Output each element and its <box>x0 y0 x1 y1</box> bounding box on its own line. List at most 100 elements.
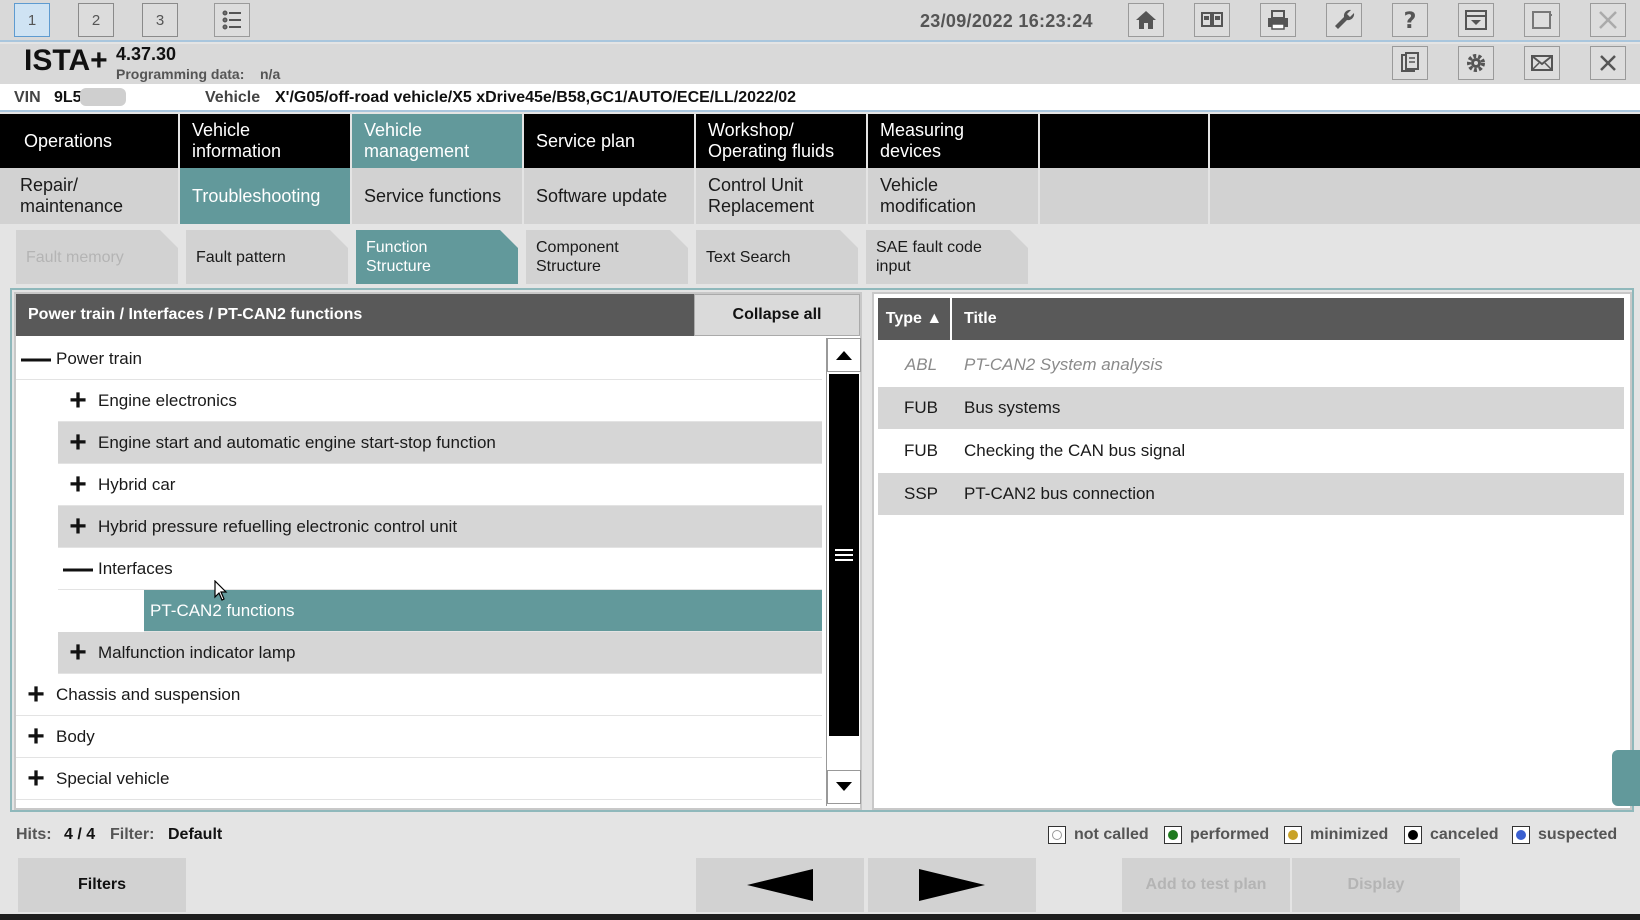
taskbar-strip <box>0 914 1640 920</box>
result-row[interactable]: SSP PT-CAN2 bus connection <box>878 473 1624 515</box>
legend-swatch <box>1404 826 1422 844</box>
legend-label: performed <box>1190 826 1270 843</box>
result-row[interactable]: FUB Bus systems <box>878 387 1624 429</box>
forward-button[interactable] <box>868 858 1036 912</box>
tab-label: Software update <box>536 185 668 206</box>
tree-row-interfaces[interactable]: — Interfaces <box>58 548 822 590</box>
tab-sae-fault-code-input[interactable]: SAE fault code input <box>866 230 1028 284</box>
tree-row-engine-electronics[interactable]: + Engine electronics <box>58 380 822 422</box>
tab-label: Service functions <box>364 185 502 206</box>
back-button[interactable] <box>696 858 864 912</box>
tab-troubleshooting[interactable]: Troubleshooting <box>180 168 352 224</box>
book-icon[interactable] <box>1194 3 1230 37</box>
session-tab-label: 1 <box>27 11 37 29</box>
app-name: ISTA+ <box>24 44 108 77</box>
expand-icon[interactable]: + <box>58 422 98 464</box>
column-header-title[interactable]: Title <box>964 298 997 340</box>
tab-label: Operations <box>24 130 113 151</box>
tab-text-search[interactable]: Text Search <box>696 230 858 284</box>
legend-label: canceled <box>1430 826 1499 843</box>
tab-measuring-devices[interactable]: Measuring devices <box>868 114 1040 168</box>
expand-icon[interactable]: + <box>16 674 56 716</box>
maximize-icon[interactable] <box>1524 3 1560 37</box>
tab-repair-maintenance[interactable]: Repair/ maintenance <box>0 168 180 224</box>
scroll-thumb[interactable] <box>829 374 859 736</box>
filters-button[interactable]: Filters <box>18 858 186 912</box>
expand-icon[interactable]: + <box>58 632 98 674</box>
legend-label: minimized <box>1310 826 1389 843</box>
tree-row-hybrid-car[interactable]: + Hybrid car <box>58 464 822 506</box>
legend-label: not called <box>1074 826 1149 843</box>
tab-control-unit-replacement[interactable]: Control Unit Replacement <box>696 168 868 224</box>
collapse-icon[interactable]: — <box>58 548 98 590</box>
collapse-all-button[interactable]: Collapse all <box>694 294 860 336</box>
session-tab-2[interactable]: 2 <box>78 3 114 37</box>
minimize-icon[interactable] <box>1458 3 1494 37</box>
scroll-down-icon[interactable] <box>827 770 861 804</box>
arrow-left-icon <box>747 869 813 901</box>
mail-icon[interactable] <box>1524 46 1560 80</box>
hits-label: Hits: <box>16 826 52 843</box>
svg-text:?: ? <box>1404 9 1417 33</box>
gear-icon[interactable] <box>1458 46 1494 80</box>
tab-operations[interactable]: Operations <box>0 114 180 168</box>
tree-row-malfunction-lamp[interactable]: + Malfunction indicator lamp <box>58 632 822 674</box>
tab-label: Control Unit Replacement <box>708 175 815 216</box>
sub-navigation: Repair/ maintenance Troubleshooting Serv… <box>0 168 1640 224</box>
session-tab-1[interactable]: 1 <box>14 3 50 37</box>
breadcrumb: Power train / Interfaces / PT-CAN2 funct… <box>28 306 363 323</box>
tree-row-chassis[interactable]: + Chassis and suspension <box>16 674 822 716</box>
print-icon[interactable] <box>1260 3 1296 37</box>
hits-value: 4 / 4 <box>64 826 96 843</box>
scroll-up-icon[interactable] <box>827 338 861 372</box>
session-tab-3[interactable]: 3 <box>142 3 178 37</box>
help-icon[interactable]: ? <box>1392 3 1428 37</box>
tab-label: SAE fault code input <box>876 239 982 275</box>
tree-row-power-train[interactable]: — Power train <box>16 338 822 380</box>
result-row[interactable]: FUB Checking the CAN bus signal <box>878 430 1624 472</box>
list-icon[interactable] <box>214 3 250 37</box>
tab-service-plan[interactable]: Service plan <box>524 114 696 168</box>
collapse-icon[interactable]: — <box>16 338 56 380</box>
tab-label: Fault pattern <box>196 248 286 266</box>
tab-vehicle-information[interactable]: Vehicle information <box>180 114 352 168</box>
tree-list: — Power train + Engine electronics + Eng… <box>16 338 822 806</box>
tree-row-body[interactable]: + Body <box>16 716 822 758</box>
session-tab-label: 3 <box>155 11 165 29</box>
result-row[interactable]: ABL PT-CAN2 System analysis <box>878 344 1624 386</box>
tab-label: Troubleshooting <box>192 185 321 206</box>
tab-workshop-operating-fluids[interactable]: Workshop/ Operating fluids <box>696 114 868 168</box>
tab-component-structure[interactable]: Component Structure <box>526 230 688 284</box>
tab-filler <box>1210 168 1640 224</box>
results-header: Type ▲ Title <box>878 298 1624 340</box>
tree-row-label: Hybrid pressure refuelling electronic co… <box>98 516 458 536</box>
clipboard-icon[interactable] <box>1392 46 1428 80</box>
close-icon[interactable] <box>1590 46 1626 80</box>
tree-row-pt-can2-functions[interactable]: PT-CAN2 functions <box>144 590 822 632</box>
side-handle[interactable] <box>1612 750 1640 806</box>
tree-row-hybrid-pressure[interactable]: + Hybrid pressure refuelling electronic … <box>58 506 822 548</box>
column-header-type[interactable]: Type ▲ <box>878 298 952 340</box>
tab-vehicle-management[interactable]: Vehicle management <box>352 114 524 168</box>
add-to-test-plan-button[interactable]: Add to test plan <box>1122 858 1290 912</box>
expand-icon[interactable]: + <box>58 506 98 548</box>
expand-icon[interactable]: + <box>16 758 56 800</box>
display-button[interactable]: Display <box>1292 858 1460 912</box>
tab-vehicle-modification[interactable]: Vehicle modification <box>868 168 1040 224</box>
legend-suspected: suspected <box>1512 826 1617 844</box>
tree-row-engine-start[interactable]: + Engine start and automatic engine star… <box>58 422 822 464</box>
expand-icon[interactable]: + <box>16 716 56 758</box>
tab-function-structure[interactable]: Function Structure <box>356 230 518 284</box>
tab-fault-memory[interactable]: Fault memory <box>16 230 178 284</box>
tab-service-functions[interactable]: Service functions <box>352 168 524 224</box>
tree-row-special-vehicle[interactable]: + Special vehicle <box>16 758 822 800</box>
expand-icon[interactable]: + <box>58 380 98 422</box>
tree-scrollbar[interactable] <box>826 338 861 806</box>
wrench-icon[interactable] <box>1326 3 1362 37</box>
tab-software-update[interactable]: Software update <box>524 168 696 224</box>
tab-fault-pattern[interactable]: Fault pattern <box>186 230 348 284</box>
tree-row-label: Power train <box>56 348 142 368</box>
expand-icon[interactable]: + <box>58 464 98 506</box>
home-icon[interactable] <box>1128 3 1164 37</box>
close-window-icon[interactable] <box>1590 3 1626 37</box>
